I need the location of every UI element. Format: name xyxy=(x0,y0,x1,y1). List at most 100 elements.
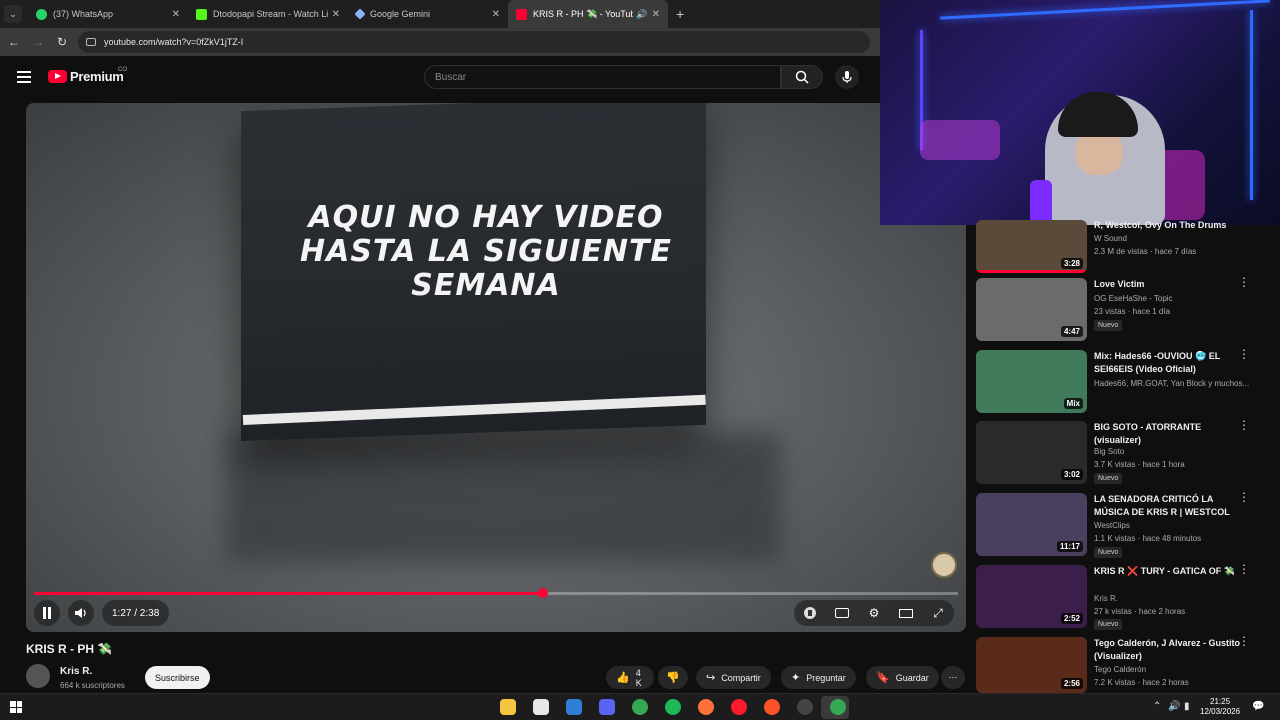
system-clock[interactable]: 21:25 12/03/2026 xyxy=(1200,697,1240,717)
rec-item[interactable]: 2:52 KRIS R ❌ TURY - GATICA OF 💸 Kris R.… xyxy=(976,563,1276,631)
ask-label: Preguntar xyxy=(806,672,846,683)
save-button[interactable]: 🔖 Guardar xyxy=(866,666,939,689)
rec-item[interactable]: 3:28 R, Westcol, Ovy On The Drums W Soun… xyxy=(976,220,1276,273)
chrome-icon[interactable] xyxy=(632,699,648,715)
channel-name[interactable]: Kris R. xyxy=(60,666,92,677)
outlook-icon[interactable] xyxy=(566,699,582,715)
rec-thumbnail[interactable]: 2:56 xyxy=(976,637,1087,693)
room-light xyxy=(920,120,1000,160)
rec-channel[interactable]: Hades66, MR.GOAT, Yan Block y muchos... xyxy=(1094,379,1249,388)
video-player[interactable]: AQUI NO HAY VIDEO HASTA LA SIGUIENTE SEM… xyxy=(26,103,966,632)
rec-title[interactable]: R, Westcol, Ovy On The Drums xyxy=(1094,219,1244,232)
channel-watermark-icon[interactable] xyxy=(931,552,957,578)
rec-channel[interactable]: WestClips xyxy=(1094,521,1249,530)
voice-search-button[interactable] xyxy=(835,65,859,89)
fullscreen-icon[interactable]: ⤢ xyxy=(925,600,951,626)
tab-close-icon[interactable]: ✕ xyxy=(652,9,660,20)
rec-channel[interactable]: OG EseHaShe - Topic xyxy=(1094,294,1249,303)
rec-title[interactable]: KRIS R ❌ TURY - GATICA OF 💸 xyxy=(1094,565,1244,578)
rec-channel[interactable]: Tego Calderón xyxy=(1094,665,1249,674)
share-button[interactable]: ↪ Compartir xyxy=(696,666,771,689)
speaker-tray-icon[interactable]: 🔊 xyxy=(1168,701,1180,712)
search-input[interactable]: Buscar xyxy=(424,65,781,89)
tab-youtube[interactable]: KRIS R - PH 💸 - YouTube 🔊 ✕ xyxy=(508,0,668,28)
windows-start-icon[interactable] xyxy=(10,701,22,713)
rec-title[interactable]: BIG SOTO - ATORRANTE (visualizer) xyxy=(1094,421,1244,447)
subtitles-icon[interactable] xyxy=(829,600,855,626)
forward-icon[interactable]: → xyxy=(28,32,48,52)
rec-channel[interactable]: Big Soto xyxy=(1094,447,1249,456)
brave-icon[interactable] xyxy=(764,699,780,715)
tab-gemini[interactable]: Google Gemini ✕ xyxy=(348,0,508,28)
spotify-icon[interactable] xyxy=(665,699,681,715)
rec-thumbnail[interactable]: 4:47 xyxy=(976,278,1087,341)
more-options-icon[interactable]: ⋮ xyxy=(1238,419,1250,431)
rec-title[interactable]: Love Victim xyxy=(1094,278,1244,291)
rec-thumbnail[interactable]: 2:52 xyxy=(976,565,1087,628)
more-options-icon[interactable]: ⋮ xyxy=(1238,348,1250,360)
rec-item[interactable]: 2:56 Tego Calderón, J Alvarez - Gustito … xyxy=(976,635,1276,693)
store-icon[interactable] xyxy=(533,699,549,715)
settings-gear-icon[interactable]: ⚙ xyxy=(861,600,887,626)
reload-icon[interactable]: ↻ xyxy=(52,32,72,52)
play-pause-button[interactable] xyxy=(34,600,60,626)
network-icon[interactable]: ▮ xyxy=(1184,701,1190,712)
file-explorer-icon[interactable] xyxy=(500,699,516,715)
speaker-icon[interactable]: 🔊 xyxy=(636,9,647,20)
subscribe-button[interactable]: Suscribirse xyxy=(145,666,210,689)
watched-bar xyxy=(976,270,1087,273)
tray-chevron-icon[interactable]: ⌃ xyxy=(1153,701,1161,712)
menu-icon[interactable] xyxy=(17,71,31,83)
url-field[interactable]: youtube.com/watch?v=0fZkV1jTZ-I xyxy=(78,31,870,53)
more-options-icon[interactable]: ⋮ xyxy=(1238,563,1250,575)
theater-mode-icon[interactable] xyxy=(893,600,919,626)
rec-title[interactable]: LA SENADORA CRITICÓ LA MÚSICA DE KRIS R … xyxy=(1094,493,1244,519)
like-button[interactable]: 👍 4 K xyxy=(606,666,654,689)
channel-avatar[interactable] xyxy=(26,664,50,688)
rec-channel[interactable]: W Sound xyxy=(1094,234,1249,243)
rec-thumbnail[interactable]: 3:28 xyxy=(976,220,1087,273)
rec-item[interactable]: Mix Mix: Hades66 -OUVIOU 🥶 EL SEI66EIS (… xyxy=(976,348,1276,416)
new-tab-icon[interactable]: + xyxy=(676,6,684,22)
tab-whatsapp[interactable]: (37) WhatsApp ✕ xyxy=(28,0,188,28)
obs-icon[interactable] xyxy=(797,699,813,715)
rec-item[interactable]: 3:02 BIG SOTO - ATORRANTE (visualizer) B… xyxy=(976,419,1276,487)
mute-button[interactable] xyxy=(68,600,94,626)
rec-meta: 3.7 K vistas · hace 1 hora xyxy=(1094,460,1185,469)
rec-meta: 1.1 K vistas · hace 48 minutos xyxy=(1094,534,1202,543)
pause-icon xyxy=(34,600,60,626)
rec-title[interactable]: Tego Calderón, J Alvarez - Gustito (Visu… xyxy=(1094,637,1244,663)
rec-thumbnail[interactable]: 3:02 xyxy=(976,421,1087,484)
firefox-icon[interactable] xyxy=(698,699,714,715)
rec-meta: 23 vistas · hace 1 día xyxy=(1094,307,1171,316)
tab-close-icon[interactable]: ✕ xyxy=(332,9,340,20)
progress-bar[interactable] xyxy=(34,588,958,598)
tab-kick-stream[interactable]: Dtodopapi Stream - Watch Live ✕ xyxy=(188,0,348,28)
rec-thumbnail[interactable]: 11:17 xyxy=(976,493,1087,556)
microphone-icon xyxy=(842,71,852,83)
opera-icon[interactable] xyxy=(731,699,747,715)
notifications-icon[interactable]: 💬 xyxy=(1252,701,1264,712)
search-button[interactable] xyxy=(781,65,823,89)
more-options-icon[interactable]: ⋮ xyxy=(1238,276,1250,288)
more-actions-button[interactable]: ⋯ xyxy=(941,666,965,689)
new-badge: Nuevo xyxy=(1094,473,1123,484)
discord-icon[interactable] xyxy=(599,699,615,715)
dislike-button[interactable]: 👎 xyxy=(658,666,688,689)
tab-search-button[interactable]: ⌄ xyxy=(4,5,22,23)
rec-channel[interactable]: Kris R. xyxy=(1094,594,1249,603)
tab-close-icon[interactable]: ✕ xyxy=(492,9,500,20)
more-options-icon[interactable]: ⋮ xyxy=(1238,635,1250,647)
rec-item[interactable]: 11:17 LA SENADORA CRITICÓ LA MÚSICA DE K… xyxy=(976,491,1276,559)
ask-button[interactable]: ✦ Preguntar xyxy=(781,666,856,689)
back-icon[interactable]: ← xyxy=(4,32,24,52)
rec-title[interactable]: Mix: Hades66 -OUVIOU 🥶 EL SEI66EIS (Vide… xyxy=(1094,350,1244,376)
youtube-premium-logo[interactable]: Premium CO xyxy=(48,67,127,84)
rec-thumbnail[interactable]: Mix xyxy=(976,350,1087,413)
more-options-icon[interactable]: ⋮ xyxy=(1238,491,1250,503)
autoplay-toggle[interactable] xyxy=(797,600,823,626)
chrome-active-icon[interactable] xyxy=(830,699,846,715)
rec-item[interactable]: 4:47 Love Victim OG EseHaShe - Topic 23 … xyxy=(976,276,1276,344)
tab-close-icon[interactable]: ✕ xyxy=(172,9,180,20)
site-info-icon[interactable] xyxy=(86,38,96,46)
